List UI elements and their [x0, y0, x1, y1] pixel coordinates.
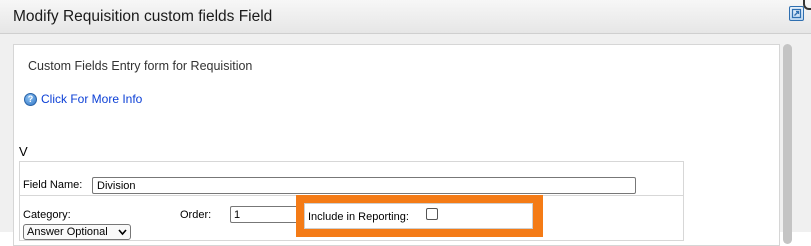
scrollbar-thumb[interactable]: [783, 44, 792, 244]
help-icon: ?: [24, 92, 37, 106]
more-info-link[interactable]: ? Click For More Info: [24, 91, 142, 107]
category-label: Category:: [23, 209, 71, 221]
more-info-link-text[interactable]: Click For More Info: [41, 92, 142, 106]
include-reporting-cell: Include in Reporting:: [304, 203, 533, 229]
close-icon[interactable]: [789, 6, 804, 21]
category-select[interactable]: Answer Optional: [23, 224, 131, 240]
vertical-scrollbar[interactable]: [782, 44, 794, 244]
window-titlebar: Modify Requisition custom fields Field: [0, 0, 811, 34]
window-title: Modify Requisition custom fields Field: [13, 8, 273, 25]
order-input[interactable]: [230, 206, 298, 223]
order-label: Order:: [180, 209, 212, 221]
include-reporting-label: Include in Reporting:: [308, 211, 409, 223]
dialog-content: Custom Fields Entry form for Requisition…: [0, 34, 811, 246]
category-select-value: Answer Optional: [27, 226, 108, 238]
include-reporting-checkbox[interactable]: [426, 208, 438, 220]
field-name-input[interactable]: [92, 177, 636, 194]
form-heading: Custom Fields Entry form for Requisition: [28, 59, 253, 73]
section-label: V: [19, 144, 28, 159]
corner-decoration: [803, 0, 811, 10]
form-panel: Custom Fields Entry form for Requisition…: [13, 44, 780, 246]
chevron-down-icon: [118, 229, 127, 236]
field-name-label: Field Name:: [23, 179, 83, 191]
